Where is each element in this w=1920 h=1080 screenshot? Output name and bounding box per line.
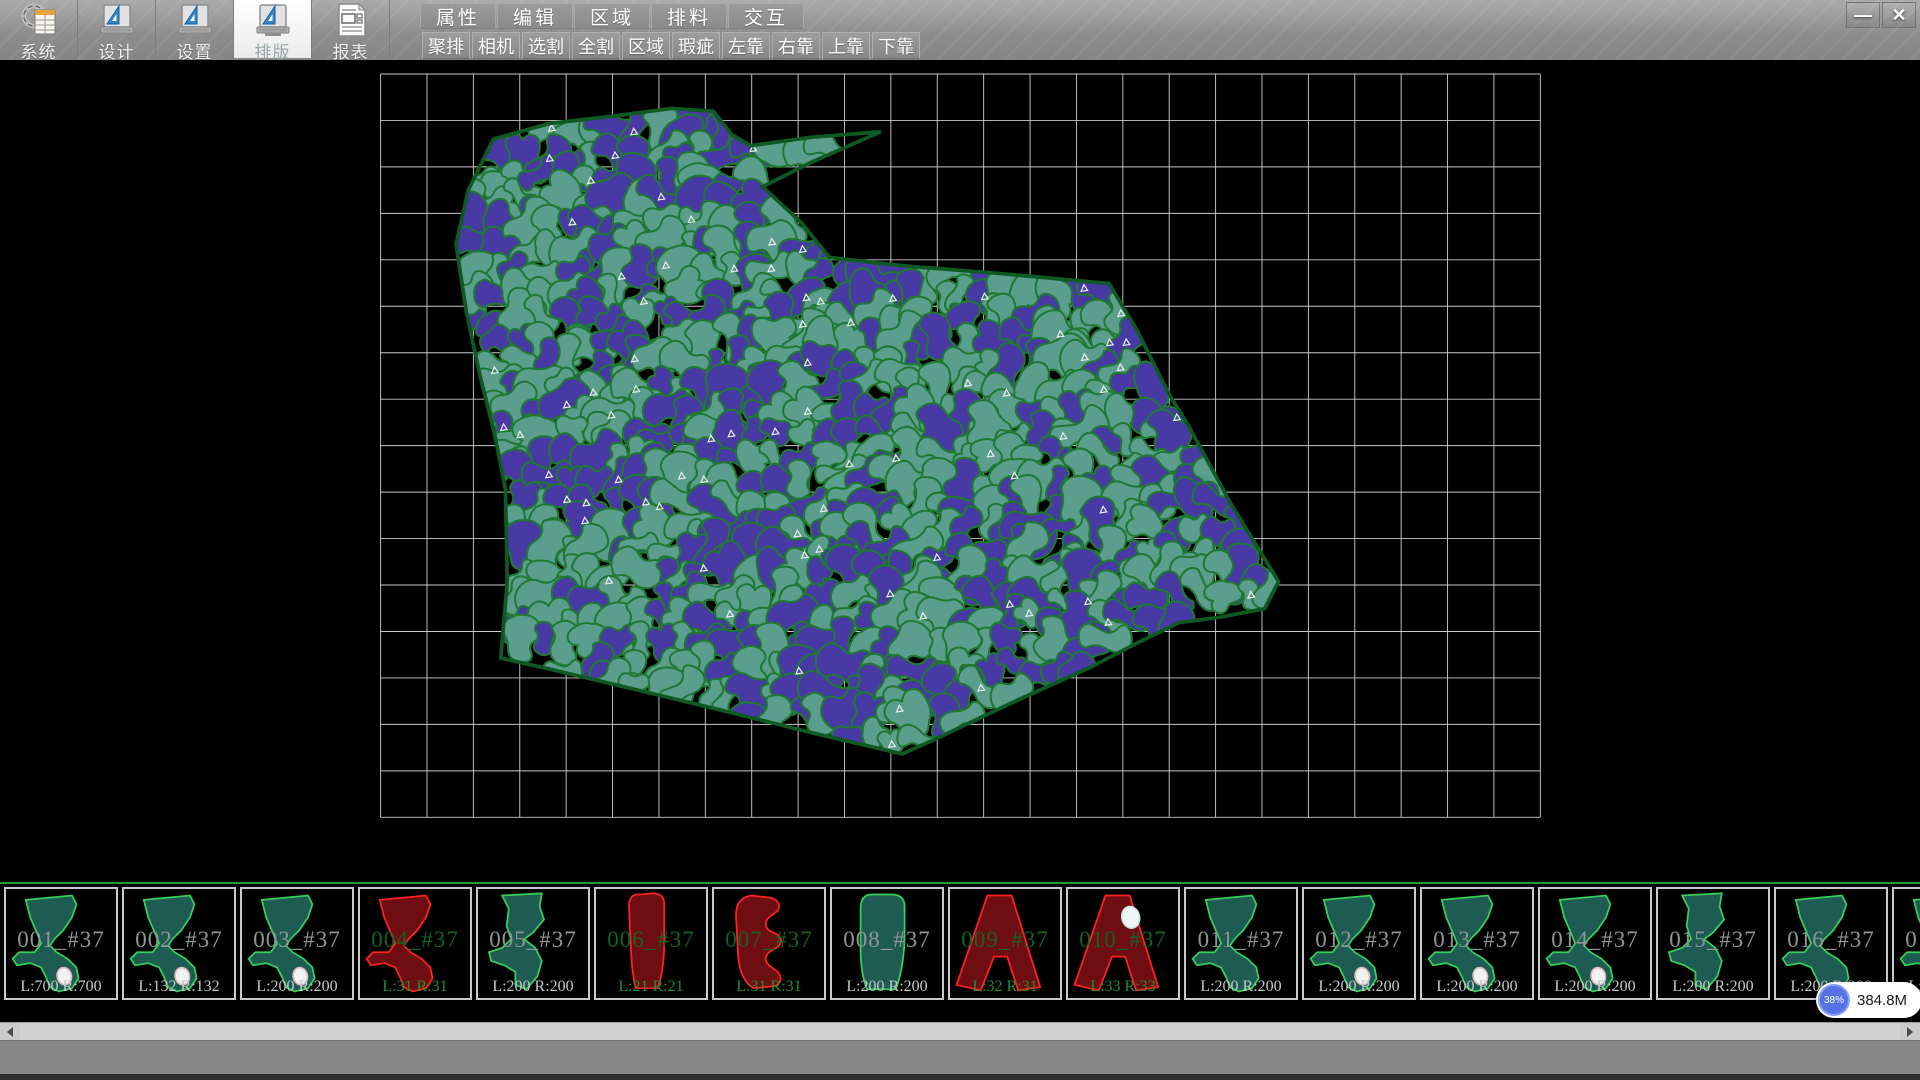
piece-thumbnail — [124, 889, 234, 998]
action-button-snap-top[interactable]: 上靠 — [822, 32, 870, 59]
piece-tile[interactable]: 002_#37L:132 R:132 — [122, 887, 236, 1000]
piece-tile[interactable]: 001_#37L:700 R:700 — [4, 887, 118, 1000]
tool-button-label: 排版 — [255, 38, 291, 60]
menu-tab-edit[interactable]: 编辑 — [497, 3, 573, 29]
piece-thumbnail — [478, 889, 588, 998]
strip-separator-line-2 — [0, 882, 1920, 884]
scroll-right-arrow[interactable] — [1900, 1023, 1920, 1041]
action-button-cluster-nest[interactable]: 聚排 — [422, 32, 470, 59]
piece-tile[interactable]: 014_#37L:200 R:200 — [1538, 887, 1652, 1000]
piece-thumbnail — [950, 889, 1060, 998]
piece-tile[interactable]: 011_#37L:200 R:200 — [1184, 887, 1298, 1000]
report-icon — [331, 2, 371, 38]
layout-icon — [253, 2, 293, 38]
action-button-snap-bottom[interactable]: 下靠 — [872, 32, 920, 59]
piece-thumbnail — [360, 889, 470, 998]
close-button[interactable]: ✕ — [1882, 2, 1916, 28]
tool-button-settings[interactable]: 设置 — [156, 0, 234, 58]
nesting-canvas[interactable] — [0, 60, 1920, 876]
tool-button-layout[interactable]: 排版 — [234, 0, 312, 58]
design-icon — [97, 2, 137, 38]
memory-progress-badge: 38% 384.8M — [1816, 982, 1920, 1018]
menu-tab-properties[interactable]: 属性 — [420, 3, 496, 29]
action-button-row: 聚排相机选割全割区域瑕疵左靠右靠上靠下靠 — [422, 32, 922, 59]
minimize-button[interactable]: — — [1846, 2, 1880, 28]
action-button-cut-all[interactable]: 全割 — [572, 32, 620, 59]
piece-tile[interactable]: 012_#37L:200 R:200 — [1302, 887, 1416, 1000]
piece-thumbnail — [1068, 889, 1178, 998]
menu-tab-interaction[interactable]: 交互 — [728, 3, 804, 29]
tool-button-label: 设计 — [99, 38, 135, 60]
tool-button-design[interactable]: 设计 — [78, 0, 156, 58]
piece-tile[interactable]: 009_#37L:32 R:31 — [948, 887, 1062, 1000]
menu-tab-region[interactable]: 区域 — [574, 3, 650, 29]
tool-button-label: 系统 — [21, 38, 57, 60]
tool-button-label: 报表 — [333, 38, 369, 60]
piece-thumbnail — [832, 889, 942, 998]
piece-thumbnail — [242, 889, 352, 998]
piece-thumbnail — [714, 889, 824, 998]
piece-thumbnail — [6, 889, 116, 998]
window-controls: — ✕ — [1844, 2, 1916, 28]
tool-button-label: 设置 — [177, 38, 213, 60]
action-button-region[interactable]: 区域 — [622, 32, 670, 59]
piece-thumbnail — [1422, 889, 1532, 998]
piece-tile[interactable]: 004_#37L:31 R:31 — [358, 887, 472, 1000]
piece-strip: 001_#37L:700 R:700 002_#37L:132 R:132 00… — [0, 886, 1920, 1022]
piece-thumbnail — [1540, 889, 1650, 998]
action-button-snap-right[interactable]: 右靠 — [772, 32, 820, 59]
action-button-snap-left[interactable]: 左靠 — [722, 32, 770, 59]
piece-thumbnail — [1304, 889, 1414, 998]
left-arrow-icon — [7, 1027, 13, 1037]
memory-usage-label: 384.8M — [1857, 992, 1907, 1009]
strip-separator-line — [0, 876, 1920, 879]
bottom-bar — [0, 1040, 1920, 1074]
progress-percent-circle: 38% — [1818, 984, 1850, 1016]
menu-tab-row: 属性编辑区域排料交互 — [420, 3, 805, 29]
system-icon — [19, 2, 59, 38]
bottom-edge — [0, 1074, 1920, 1080]
piece-tile[interactable]: 013_#37L:200 R:200 — [1420, 887, 1534, 1000]
piece-tile[interactable]: 003_#37L:200 R:200 — [240, 887, 354, 1000]
action-button-camera[interactable]: 相机 — [472, 32, 520, 59]
action-button-select-cut[interactable]: 选割 — [522, 32, 570, 59]
piece-tile[interactable]: 010_#37L:33 R:33 — [1066, 887, 1180, 1000]
piece-thumbnail — [1658, 889, 1768, 998]
piece-thumbnail — [596, 889, 706, 998]
action-button-defect[interactable]: 瑕疵 — [672, 32, 720, 59]
right-arrow-icon — [1907, 1027, 1913, 1037]
piece-tile[interactable]: 008_#37L:200 R:200 — [830, 887, 944, 1000]
piece-thumbnail — [1186, 889, 1296, 998]
strip-scrollbar[interactable] — [0, 1022, 1920, 1040]
piece-tile[interactable]: 006_#37L:21 R:21 — [594, 887, 708, 1000]
menu-tab-nesting[interactable]: 排料 — [651, 3, 727, 29]
title-toolbar: 系统 设计 设置 排版 报表 属性编辑区域排料交互 聚排相机选割全割区域瑕疵左 — [0, 0, 1920, 60]
tool-button-report[interactable]: 报表 — [312, 0, 390, 58]
hide-nesting-drawing — [0, 60, 1920, 876]
settings-icon — [175, 2, 215, 38]
main-toolbar-buttons: 系统 设计 设置 排版 报表 — [0, 0, 390, 60]
piece-tile[interactable]: 015_#37L:200 R:200 — [1656, 887, 1770, 1000]
tool-button-system[interactable]: 系统 — [0, 0, 78, 58]
piece-tile[interactable]: 005_#37L:200 R:200 — [476, 887, 590, 1000]
piece-tile[interactable]: 007_#37L:31 R:31 — [712, 887, 826, 1000]
scroll-left-arrow[interactable] — [0, 1023, 20, 1041]
